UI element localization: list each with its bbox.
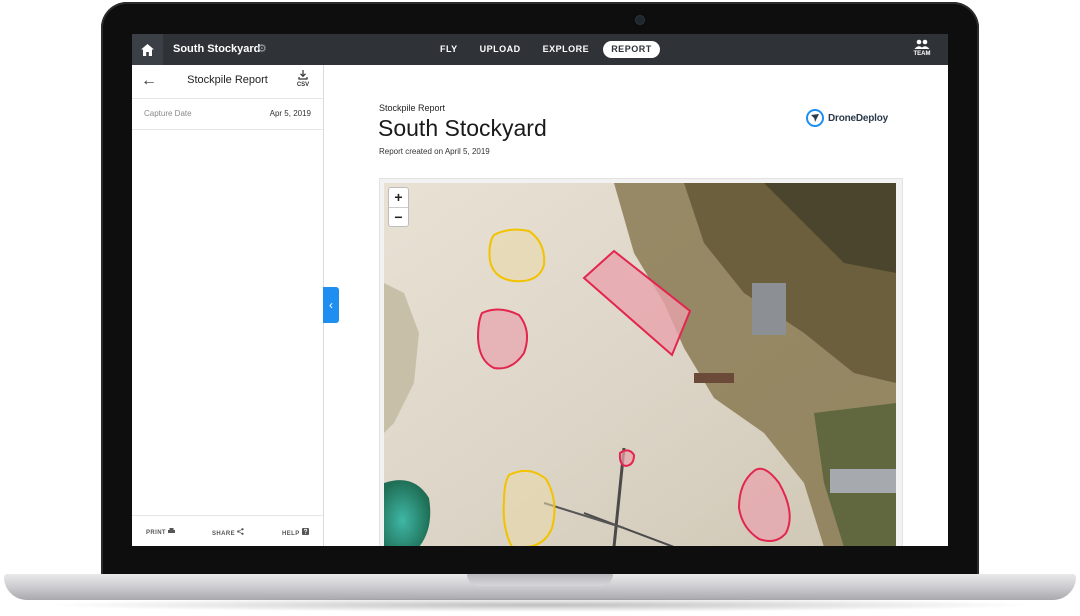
tab-fly[interactable]: FLY <box>432 41 466 58</box>
help-label: HELP <box>282 531 300 537</box>
report-panel: Stockpile Report South Stockyard Report … <box>324 65 948 546</box>
share-icon <box>237 528 244 535</box>
share-button[interactable]: SHARE <box>212 528 244 537</box>
report-kicker: Stockpile Report <box>379 103 446 113</box>
print-label: PRINT <box>146 530 166 536</box>
home-icon <box>141 43 154 56</box>
help-button[interactable]: HELP <box>282 528 309 537</box>
capture-date-row: Capture Date Apr 5, 2019 <box>132 99 323 130</box>
report-title: South Stockyard <box>378 115 547 141</box>
dronedeploy-logo: DroneDeploy <box>806 108 888 128</box>
laptop-shadow <box>40 598 1040 612</box>
brand-name: DroneDeploy <box>828 112 889 124</box>
tab-explore[interactable]: EXPLORE <box>535 41 598 58</box>
zoom-in-button[interactable]: + <box>389 188 408 208</box>
print-button[interactable]: PRINT <box>146 528 176 536</box>
capture-date-label: Capture Date <box>144 109 192 118</box>
printer-icon <box>168 528 176 533</box>
top-bar: South Stockyard ⚙ FLY UPLOAD EXPLORE REP… <box>132 34 948 65</box>
csv-label: CSV <box>296 82 310 88</box>
sidebar-header: ← Stockpile Report CSV <box>132 65 323 99</box>
home-button[interactable] <box>132 34 163 65</box>
help-icon <box>301 528 309 535</box>
laptop-notch <box>467 574 613 586</box>
main-nav: FLY UPLOAD EXPLORE REPORT <box>432 41 660 58</box>
dronedeploy-logo-icon <box>806 109 824 127</box>
tab-report[interactable]: REPORT <box>603 41 660 58</box>
tab-upload[interactable]: UPLOAD <box>472 41 529 58</box>
project-title[interactable]: South Stockyard <box>173 43 260 55</box>
sidebar: ← Stockpile Report CSV Capture Date Apr … <box>132 65 324 546</box>
gear-icon[interactable]: ⚙ <box>257 42 267 55</box>
team-icon <box>914 39 930 49</box>
team-button[interactable]: TEAM <box>908 39 936 57</box>
camera <box>636 16 644 24</box>
report-created-date: Report created on April 5, 2019 <box>379 147 490 156</box>
capture-date-value: Apr 5, 2019 <box>269 109 311 118</box>
share-label: SHARE <box>212 531 236 537</box>
aerial-map-image <box>384 183 896 546</box>
app-screen: South Stockyard ⚙ FLY UPLOAD EXPLORE REP… <box>132 34 948 546</box>
csv-download-button[interactable]: CSV <box>292 70 314 88</box>
map-zoom-control: + − <box>388 187 409 227</box>
zoom-out-button[interactable]: − <box>389 208 408 227</box>
sidebar-footer: PRINT SHARE HELP <box>132 515 323 546</box>
stockpile-map[interactable] <box>379 178 903 546</box>
download-icon <box>298 70 308 80</box>
team-label: TEAM <box>913 51 931 57</box>
